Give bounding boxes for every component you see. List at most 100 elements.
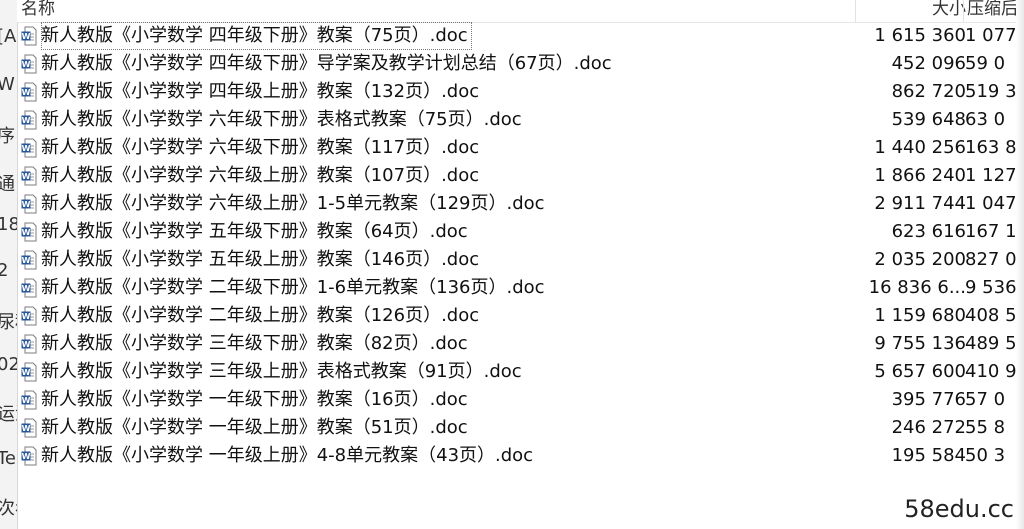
- file-name: 新人教版《小学数学 三年级上册》表格式教案（91页）.doc: [41, 361, 522, 382]
- word-doc-icon: W: [21, 446, 37, 466]
- word-doc-icon: W: [21, 166, 37, 186]
- column-header-size[interactable]: 大小: [855, 0, 970, 21]
- svg-text:W: W: [22, 452, 31, 461]
- file-compressed-size: 827 0: [965, 249, 1017, 270]
- word-doc-icon: W: [21, 26, 37, 46]
- file-row[interactable]: W 新人教版《小学数学 六年级下册》教案（117页）.doc 1 440 256 16…: [17, 134, 1024, 162]
- file-size: 395 776: [891, 389, 966, 410]
- file-name: 新人教版《小学数学 六年级上册》教案（107页）.doc: [41, 165, 480, 186]
- file-size: 16 836 6...: [868, 277, 966, 298]
- word-doc-icon: W: [21, 278, 37, 298]
- column-header-compressed[interactable]: 压缩后: [963, 0, 1024, 21]
- svg-text:W: W: [22, 200, 31, 209]
- file-compressed-size: 519 3: [965, 81, 1017, 102]
- file-name: 新人教版《小学数学 四年级下册》导学案及教学计划总结（67页）.doc: [41, 53, 612, 74]
- watermark: 58edu.cc: [904, 495, 1014, 523]
- file-row[interactable]: W 新人教版《小学数学 六年级下册》表格式教案（75页）.doc 539 648 63…: [17, 106, 1024, 134]
- file-compressed-size: 167 1: [965, 221, 1017, 242]
- file-name: 新人教版《小学数学 三年级下册》教案（82页）.doc: [41, 333, 468, 354]
- svg-text:W: W: [22, 144, 31, 153]
- file-name: 新人教版《小学数学 二年级下册》1-6单元教案（136页）.doc: [41, 277, 545, 298]
- file-name: 新人教版《小学数学 一年级上册》4-8单元教案（43页）.doc: [41, 445, 534, 466]
- file-size: 452 096: [891, 53, 966, 74]
- file-size: 1 866 240: [874, 165, 966, 186]
- file-name: 新人教版《小学数学 六年级上册》1-5单元教案（129页）.doc: [41, 193, 545, 214]
- left-pane-text-fragment: 次看: [0, 494, 17, 520]
- word-doc-icon: W: [21, 222, 37, 242]
- file-name: 新人教版《小学数学 六年级下册》教案（117页）.doc: [41, 137, 480, 158]
- svg-text:W: W: [22, 284, 31, 293]
- left-pane-text-fragment: 通: [0, 170, 15, 196]
- file-compressed-size: 1 047 1: [965, 193, 1024, 214]
- svg-text:W: W: [22, 312, 31, 321]
- right-edge-shadow: [1016, 0, 1024, 529]
- file-size: 623 616: [891, 221, 966, 242]
- file-size: 5 657 600: [874, 361, 966, 382]
- file-size: 9 755 136: [874, 333, 966, 354]
- left-pane-text-fragment: [A: [0, 26, 17, 47]
- file-compressed-size: 55 8: [965, 417, 1006, 438]
- left-pane-text-fragment: 18: [0, 214, 17, 235]
- file-row[interactable]: W 新人教版《小学数学 一年级下册》教案（16页）.doc 395 776 57 0: [17, 386, 1024, 414]
- file-size: 539 648: [891, 109, 966, 130]
- word-doc-icon: W: [21, 194, 37, 214]
- file-row[interactable]: W 新人教版《小学数学 一年级上册》教案（51页）.doc 246 272 55 8: [17, 414, 1024, 442]
- file-size: 195 584: [891, 445, 966, 466]
- file-name: 新人教版《小学数学 五年级上册》教案（146页）.doc: [41, 249, 480, 270]
- file-row[interactable]: W 新人教版《小学数学 一年级上册》4-8单元教案（43页）.doc 195 584…: [17, 442, 1024, 470]
- file-row[interactable]: W 新人教版《小学数学 六年级上册》1-5单元教案（129页）.doc 2 911 …: [17, 190, 1024, 218]
- file-compressed-size: 410 9: [965, 361, 1017, 382]
- file-name: 新人教版《小学数学 二年级上册》教案（126页）.doc: [41, 305, 480, 326]
- file-size: 1 615 360: [874, 25, 966, 46]
- file-row[interactable]: W 新人教版《小学数学 三年级上册》表格式教案（91页）.doc 5 657 600…: [17, 358, 1024, 386]
- left-pane-text-fragment: 序: [0, 122, 15, 148]
- svg-text:W: W: [22, 172, 31, 181]
- word-doc-icon: W: [21, 306, 37, 326]
- left-pane-text-fragment: 2: [0, 260, 8, 281]
- file-row[interactable]: W 新人教版《小学数学 四年级下册》导学案及教学计划总结（67页）.doc 452 …: [17, 50, 1024, 78]
- file-name: 新人教版《小学数学 五年级下册》教案（64页）.doc: [41, 221, 468, 242]
- word-doc-icon: W: [21, 54, 37, 74]
- file-row[interactable]: W 新人教版《小学数学 四年级上册》教案（132页）.doc 862 720 519 …: [17, 78, 1024, 106]
- svg-text:W: W: [22, 424, 31, 433]
- word-doc-icon: W: [21, 362, 37, 382]
- file-name: 新人教版《小学数学 六年级下册》表格式教案（75页）.doc: [41, 109, 522, 130]
- file-row[interactable]: W 新人教版《小学数学 三年级下册》教案（82页）.doc 9 755 136 489…: [17, 330, 1024, 358]
- file-name: 新人教版《小学数学 一年级下册》教案（16页）.doc: [41, 389, 468, 410]
- svg-text:W: W: [22, 60, 31, 69]
- word-doc-icon: W: [21, 82, 37, 102]
- file-row[interactable]: W 新人教版《小学数学 二年级下册》1-6单元教案（136页）.doc 16 836…: [17, 274, 1024, 302]
- svg-text:W: W: [22, 88, 31, 97]
- file-row[interactable]: W 新人教版《小学数学 五年级上册》教案（146页）.doc 2 035 200 82…: [17, 246, 1024, 274]
- file-compressed-size: 408 5: [965, 305, 1017, 326]
- file-name: 新人教版《小学数学 四年级上册》教案（132页）.doc: [41, 81, 480, 102]
- word-doc-icon: W: [21, 418, 37, 438]
- file-compressed-size: 1 077 5: [965, 25, 1024, 46]
- column-header-row: 名称 大小 压缩后: [17, 0, 1024, 23]
- file-size: 2 911 744: [874, 193, 966, 214]
- file-compressed-size: 163 8: [965, 137, 1017, 158]
- file-size: 862 720: [891, 81, 966, 102]
- file-row[interactable]: W 新人教版《小学数学 二年级上册》教案（126页）.doc 1 159 680 40…: [17, 302, 1024, 330]
- word-doc-icon: W: [21, 334, 37, 354]
- file-size: 246 272: [891, 417, 966, 438]
- file-row[interactable]: W 新人教版《小学数学 四年级下册》教案（75页）.doc 1 615 360 1 0…: [17, 22, 1024, 50]
- svg-text:W: W: [22, 116, 31, 125]
- left-pane-text-fragment: Te: [0, 448, 17, 469]
- column-header-name[interactable]: 名称: [21, 0, 55, 21]
- svg-text:W: W: [22, 256, 31, 265]
- left-pane-text-fragment: W: [0, 74, 15, 95]
- svg-text:W: W: [22, 340, 31, 349]
- word-doc-icon: W: [21, 390, 37, 410]
- file-size: 1 440 256: [874, 137, 966, 158]
- file-compressed-size: 63 0: [965, 109, 1006, 130]
- file-row[interactable]: W 新人教版《小学数学 六年级上册》教案（107页）.doc 1 866 240 1 …: [17, 162, 1024, 190]
- svg-text:W: W: [22, 396, 31, 405]
- left-pane-fragment: [A W 序通 18 2 尿科 02 运济 Te 次看: [0, 0, 18, 529]
- file-compressed-size: 59 0: [965, 53, 1006, 74]
- file-name: 新人教版《小学数学 四年级下册》教案（75页）.doc: [41, 22, 472, 50]
- svg-text:W: W: [22, 368, 31, 377]
- file-row[interactable]: W 新人教版《小学数学 五年级下册》教案（64页）.doc 623 616 167 1: [17, 218, 1024, 246]
- file-compressed-size: 9 536 1: [965, 277, 1024, 298]
- word-doc-icon: W: [21, 138, 37, 158]
